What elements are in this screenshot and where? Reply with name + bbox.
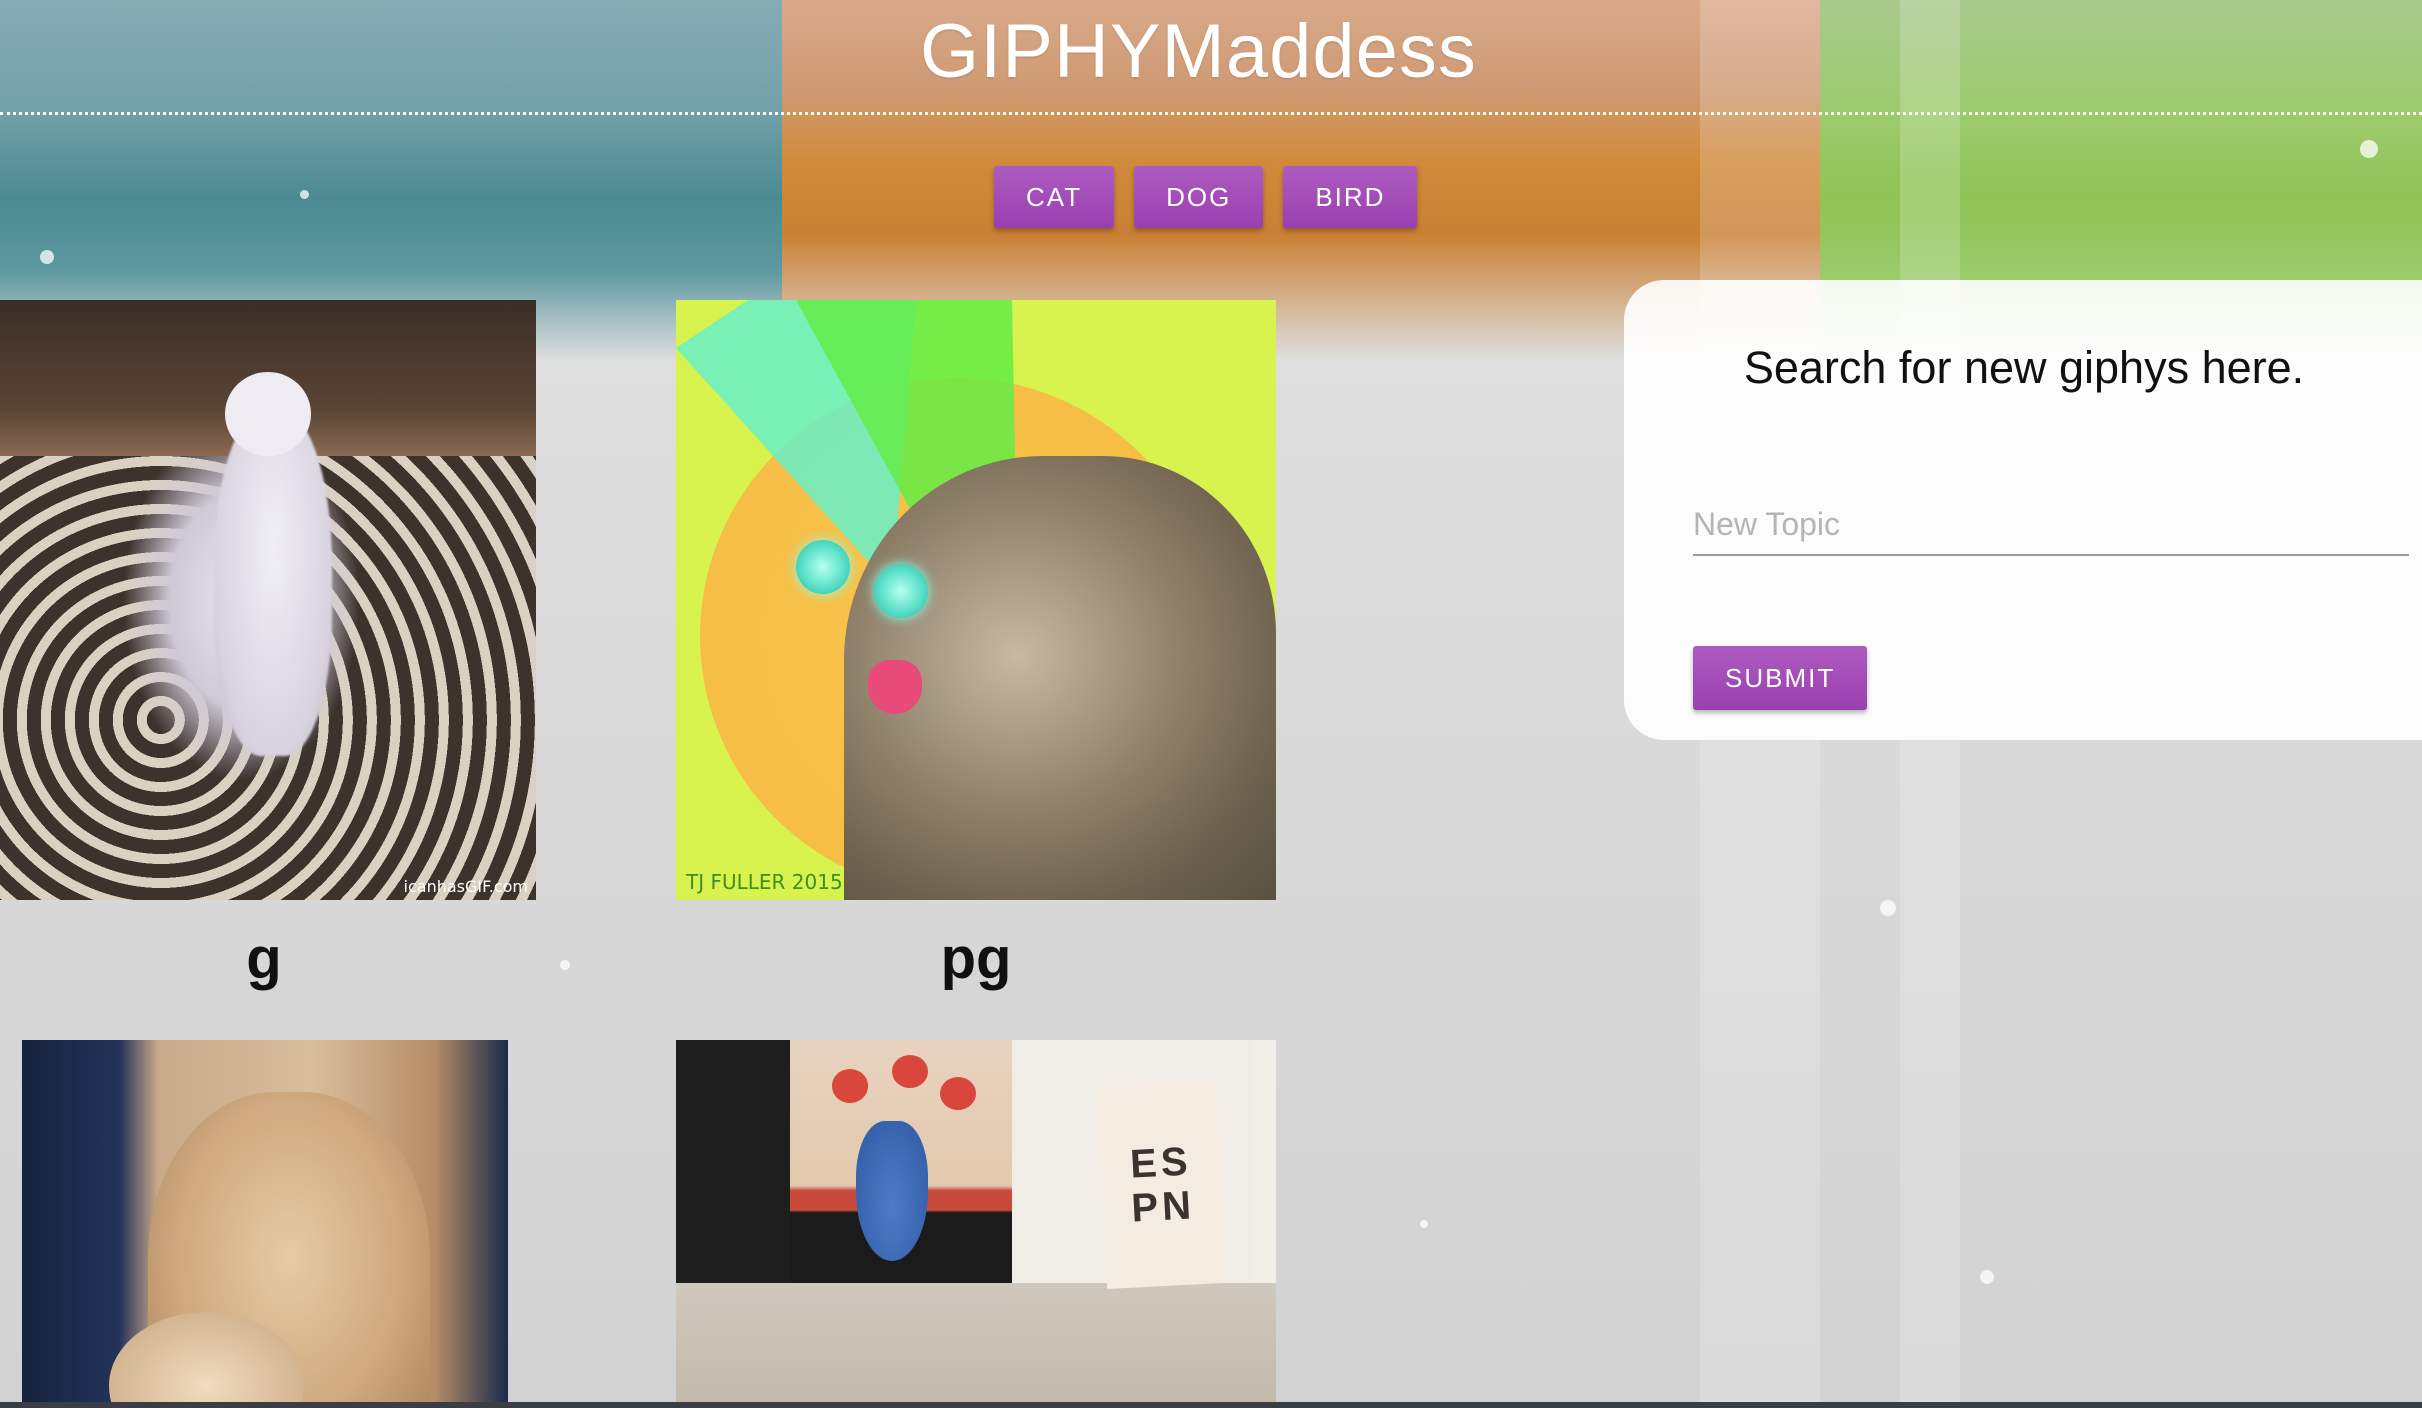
gif-image-living-room[interactable]: ES PN xyxy=(676,1040,1276,1408)
book-title-bottom: PN xyxy=(1130,1183,1197,1231)
gif-watermark: icanhasGIF.com xyxy=(403,877,528,896)
topic-button-dog[interactable]: DOG xyxy=(1134,166,1264,228)
book-title-top: ES xyxy=(1129,1139,1193,1187)
background-speck xyxy=(300,190,309,199)
espn-book: ES PN xyxy=(1096,1081,1228,1290)
topic-button-bird[interactable]: BIRD xyxy=(1283,166,1418,228)
gif-watermark: TJ FULLER 2015 xyxy=(686,870,843,894)
tv-cabinet xyxy=(676,1040,790,1283)
background-speck xyxy=(560,960,570,970)
laser-eye xyxy=(796,540,850,594)
background-speck xyxy=(40,250,54,264)
window-bottom-edge xyxy=(0,1402,2422,1408)
app-title: GIPHYMaddess xyxy=(920,9,1477,94)
background-speck xyxy=(2360,140,2378,158)
topic-button-bar: CAT DOG BIRD xyxy=(994,166,1418,228)
search-panel: Search for new giphys here. SUBMIT xyxy=(1624,280,2422,740)
gif-rating: pg xyxy=(940,926,1012,991)
topic-button-cat[interactable]: CAT xyxy=(994,166,1115,228)
gif-image-sleepy-kitten[interactable] xyxy=(22,1040,508,1408)
background-speck xyxy=(1880,900,1896,916)
search-heading: Search for new giphys here. xyxy=(1743,342,2305,393)
laser-eye xyxy=(874,564,928,618)
painted-flower xyxy=(940,1076,976,1110)
background-speck xyxy=(1420,1220,1428,1228)
cat-figure xyxy=(214,408,333,756)
submit-button[interactable]: SUBMIT xyxy=(1693,646,1868,710)
painted-vase xyxy=(856,1120,928,1261)
gif-floor xyxy=(676,1282,1276,1408)
title-divider xyxy=(0,112,2422,115)
cat-mouth xyxy=(868,660,922,714)
gif-image-laser-cat[interactable]: TJ FULLER 2015 xyxy=(676,300,1276,900)
cat-head xyxy=(225,372,311,456)
new-topic-input[interactable] xyxy=(1693,494,2409,556)
painted-flower xyxy=(832,1069,868,1103)
gif-rating: g xyxy=(246,926,282,991)
background-speck xyxy=(1980,1270,1994,1284)
gif-image-dancing-cat[interactable]: icanhasGIF.com xyxy=(0,300,536,900)
painted-flower xyxy=(892,1054,928,1088)
